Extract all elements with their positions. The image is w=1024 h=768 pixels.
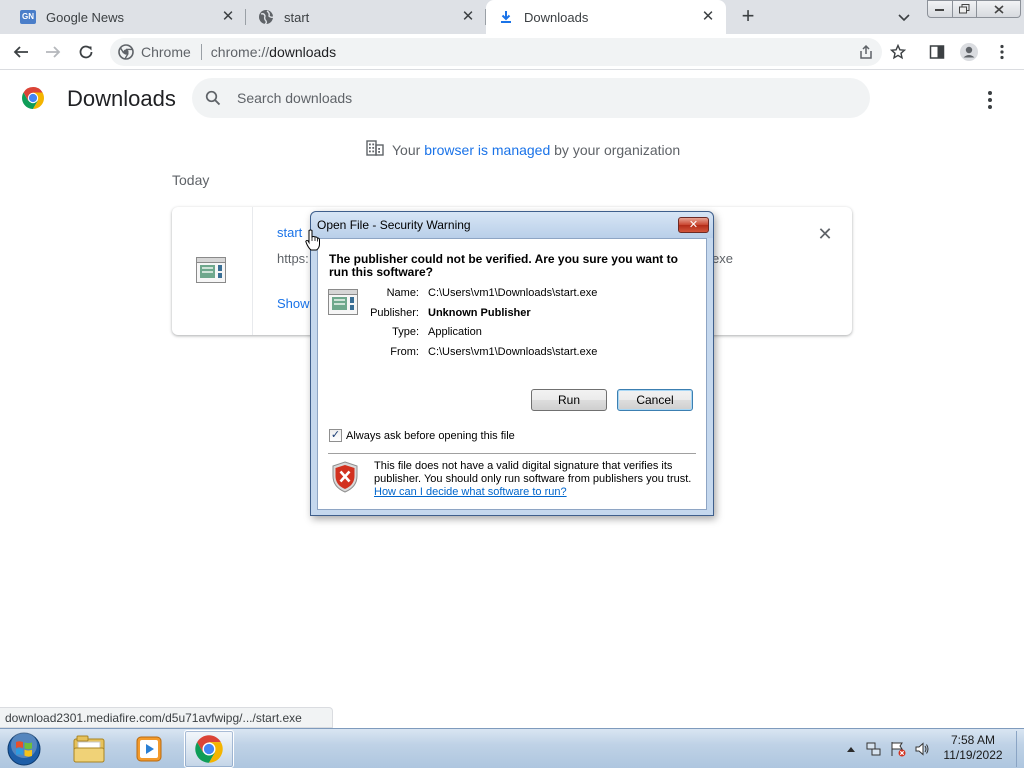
chrome-logo-icon [21, 86, 45, 115]
search-input[interactable] [237, 90, 837, 106]
field-publisher-row: Publisher: Unknown Publisher [358, 307, 597, 327]
download-icon [498, 9, 514, 25]
exe-file-icon [196, 257, 226, 288]
section-today: Today [172, 172, 210, 188]
side-panel-icon[interactable] [927, 42, 947, 62]
dialog-close-button[interactable]: ✕ [678, 217, 709, 233]
dialog-titlebar[interactable]: Open File - Security Warning ✕ [311, 212, 713, 238]
new-tab-button[interactable]: + [737, 5, 759, 28]
start-button[interactable] [4, 731, 44, 767]
taskbar: 7:58 AM 11/19/2022 [0, 728, 1024, 768]
building-icon [366, 140, 384, 159]
tab-title: start [284, 9, 310, 25]
chrome-icon [118, 44, 134, 60]
back-button[interactable] [11, 42, 31, 62]
file-details: Name: C:\Users\vm1\Downloads\start.exe P… [358, 287, 597, 365]
share-icon[interactable] [856, 42, 876, 62]
application-icon [328, 289, 358, 320]
close-icon[interactable]: ✕ [460, 9, 476, 25]
downloads-header: Downloads [0, 70, 1024, 128]
minimize-button[interactable] [927, 0, 953, 18]
page-title: Downloads [67, 86, 176, 111]
field-value: C:\Users\vm1\Downloads\start.exe [428, 345, 598, 358]
tab-downloads[interactable]: Downloads ✕ [486, 0, 726, 34]
always-ask-row: ✓ Always ask before opening this file [329, 429, 515, 442]
search-downloads-box[interactable] [192, 78, 870, 118]
field-type-row: Type: Application [358, 326, 597, 346]
signature-warning: This file does not have a valid digital … [374, 460, 694, 499]
dialog-separator [328, 453, 696, 454]
card-divider [252, 207, 253, 335]
browser-toolbar: Chrome chrome://downloads [0, 34, 1024, 70]
field-value: Unknown Publisher [428, 306, 531, 319]
field-label: Publisher: [370, 306, 419, 319]
media-player-icon[interactable] [124, 730, 174, 768]
cancel-button[interactable]: Cancel [617, 389, 693, 411]
remove-download-button[interactable]: ✕ [816, 225, 834, 243]
managed-text: Your browser is managed by your organiza… [392, 141, 681, 158]
show-in-folder-link[interactable]: Show [277, 296, 310, 311]
google-news-icon: GN [20, 9, 36, 25]
tab-strip: GN Google News ✕ start ✕ Downloads ✕ + [0, 0, 1024, 34]
address-bar[interactable]: Chrome chrome://downloads [110, 38, 882, 66]
field-value: Application [428, 326, 482, 338]
action-center-icon[interactable] [890, 741, 906, 757]
clock-time: 7:58 AM [950, 733, 996, 747]
tab-title: Google News [46, 9, 125, 25]
globe-icon [258, 9, 274, 25]
bookmark-star-icon[interactable] [888, 42, 908, 62]
reload-button[interactable] [76, 42, 96, 62]
field-from-row: From: C:\Users\vm1\Downloads\start.exe [358, 346, 597, 366]
dialog-question: The publisher could not be verified. Are… [329, 252, 678, 279]
shield-error-icon [331, 461, 359, 498]
link-status-bubble: download2301.mediafire.com/d5u71avfwipg/… [0, 707, 333, 728]
search-icon [205, 90, 221, 106]
field-label: Name: [386, 287, 419, 299]
show-hidden-icons-icon[interactable] [843, 741, 859, 757]
window-controls [927, 0, 1021, 18]
managed-notice: Your browser is managed by your organiza… [366, 140, 680, 159]
field-label: Type: [392, 326, 419, 338]
run-button[interactable]: Run [531, 389, 607, 411]
close-window-button[interactable] [977, 0, 1021, 18]
field-label: From: [390, 345, 419, 358]
site-info-chip[interactable]: Chrome [118, 44, 191, 60]
chevron-down-icon[interactable] [896, 9, 912, 25]
security-warning-dialog: Open File - Security Warning ✕ The publi… [310, 211, 714, 516]
url-text: chrome://downloads [210, 44, 337, 60]
show-desktop-button[interactable] [1016, 731, 1024, 767]
always-ask-label[interactable]: Always ask before opening this file [346, 430, 515, 442]
clock-date: 11/19/2022 [943, 748, 1003, 762]
download-source-url-end: exe [712, 251, 733, 266]
managed-link[interactable]: browser is managed [424, 142, 550, 158]
tab-title: Downloads [524, 9, 589, 25]
warning-text: This file does not have a valid digital … [374, 460, 692, 485]
more-actions-icon[interactable] [980, 90, 1000, 110]
tab-google-news[interactable]: GN Google News ✕ [0, 0, 246, 34]
chip-label: Chrome [141, 44, 191, 60]
download-filename-link[interactable]: start [277, 225, 302, 240]
volume-icon[interactable] [914, 741, 930, 757]
always-ask-checkbox[interactable]: ✓ [329, 429, 342, 442]
help-link[interactable]: How can I decide what software to run? [374, 486, 694, 499]
system-clock[interactable]: 7:58 AM 11/19/2022 [932, 733, 1014, 763]
tab-start[interactable]: start ✕ [246, 0, 486, 34]
network-icon[interactable] [866, 741, 882, 757]
omnibox-separator [200, 44, 202, 60]
chrome-icon[interactable] [184, 730, 234, 768]
hand-cursor-icon [305, 229, 321, 256]
field-name-row: Name: C:\Users\vm1\Downloads\start.exe [358, 287, 598, 307]
windows-explorer-icon[interactable] [64, 730, 114, 768]
forward-button[interactable] [43, 42, 63, 62]
close-icon[interactable]: ✕ [220, 9, 236, 25]
dialog-title: Open File - Security Warning [317, 218, 471, 232]
field-value: C:\Users\vm1\Downloads\start.exe [428, 287, 598, 299]
restore-button[interactable] [953, 0, 977, 18]
close-icon[interactable]: ✕ [700, 9, 716, 25]
screen: GN Google News ✕ start ✕ Downloads ✕ + C… [0, 0, 1024, 768]
dialog-body: The publisher could not be verified. Are… [317, 238, 707, 510]
browser-menu-icon[interactable] [992, 42, 1012, 62]
profile-avatar-icon[interactable] [959, 42, 979, 62]
